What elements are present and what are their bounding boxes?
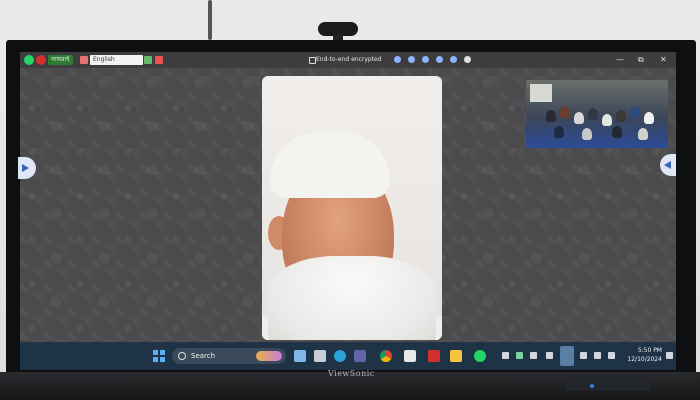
ceiling-cable: [208, 0, 212, 40]
whatsapp-taskbar-icon[interactable]: [474, 350, 486, 362]
defender-icon[interactable]: [516, 352, 523, 359]
maximize-button[interactable]: ⧉: [638, 54, 644, 66]
whatsapp-icon[interactable]: [24, 55, 34, 65]
taskbar-clock[interactable]: 5:50 PM 12/10/2024: [620, 346, 662, 364]
video-icon[interactable]: [408, 56, 415, 63]
monitor-brand-logo: ViewSonic: [328, 369, 375, 378]
mic-icon[interactable]: [422, 56, 429, 63]
tray-app-icon[interactable]: [546, 352, 553, 359]
widgets-icon[interactable]: [294, 350, 306, 362]
minimize-button[interactable]: —: [616, 54, 624, 66]
participants-icon[interactable]: [394, 56, 401, 63]
edge-icon[interactable]: [334, 350, 346, 362]
search-highlight-icon: [256, 351, 282, 361]
remote-participant-video[interactable]: [262, 76, 442, 340]
call-settings-icon[interactable]: [450, 56, 457, 63]
extension-icon[interactable]: [80, 56, 88, 64]
audience-person: [644, 112, 654, 124]
power-led: [590, 384, 594, 388]
close-button[interactable]: ✕: [660, 54, 667, 66]
audience-person: [560, 106, 570, 118]
flag-icon[interactable]: [155, 56, 163, 64]
app-label[interactable]: আমরাই: [48, 55, 73, 65]
chrome-icon[interactable]: [380, 350, 392, 362]
onedrive-icon[interactable]: [530, 352, 537, 359]
search-label: Search: [191, 352, 216, 360]
wifi-icon[interactable]: [594, 352, 601, 359]
search-icon: [178, 352, 186, 360]
audience-person: [582, 128, 592, 140]
audience-person: [574, 112, 584, 124]
translate-icon[interactable]: [144, 56, 152, 64]
acrobat-icon[interactable]: [428, 350, 440, 362]
audience-person: [616, 110, 626, 122]
language-select[interactable]: English: [90, 55, 143, 65]
audience-person: [612, 126, 622, 138]
pip-room-screen: [530, 84, 552, 102]
clock-date: 12/10/2024: [627, 356, 662, 363]
windows-taskbar: Search 5:50 PM 12/10/2024: [20, 342, 676, 370]
screen-share-icon[interactable]: [436, 56, 443, 63]
volume-icon[interactable]: [608, 352, 615, 359]
tray-app-icon[interactable]: [580, 352, 587, 359]
notification-icon[interactable]: [36, 55, 46, 65]
file-explorer-icon[interactable]: [450, 350, 462, 362]
audience-person: [546, 110, 556, 122]
audience-person: [638, 128, 648, 140]
audience-person: [588, 108, 598, 120]
participant-beard: [268, 256, 436, 340]
usb-icon[interactable]: [560, 346, 574, 366]
taskbar-search[interactable]: Search: [172, 348, 286, 364]
audience-person: [602, 114, 612, 126]
self-view-video[interactable]: [526, 80, 668, 148]
audience-person: [630, 106, 640, 118]
store-icon[interactable]: [404, 350, 416, 362]
task-view-icon[interactable]: [314, 350, 326, 362]
audience-person: [554, 126, 564, 138]
teams-icon[interactable]: [354, 350, 366, 362]
encryption-status: End-to-end encrypted: [316, 56, 382, 63]
chevron-up-icon[interactable]: [502, 352, 509, 359]
front-control-panel: [566, 381, 651, 391]
lock-icon: [309, 57, 316, 64]
monitor-screen: আমরাই English End-to-end encrypted — ⧉ ✕: [20, 52, 676, 370]
more-options-icon[interactable]: [464, 56, 471, 63]
clock-time: 5:50 PM: [637, 347, 662, 354]
app-titlebar: আমরাই English End-to-end encrypted — ⧉ ✕: [20, 52, 676, 68]
notifications-icon[interactable]: [666, 352, 673, 359]
windows-start-icon[interactable]: [153, 350, 165, 362]
side-toolbar-right-arrow[interactable]: [660, 154, 676, 176]
participant-cap: [270, 132, 390, 198]
